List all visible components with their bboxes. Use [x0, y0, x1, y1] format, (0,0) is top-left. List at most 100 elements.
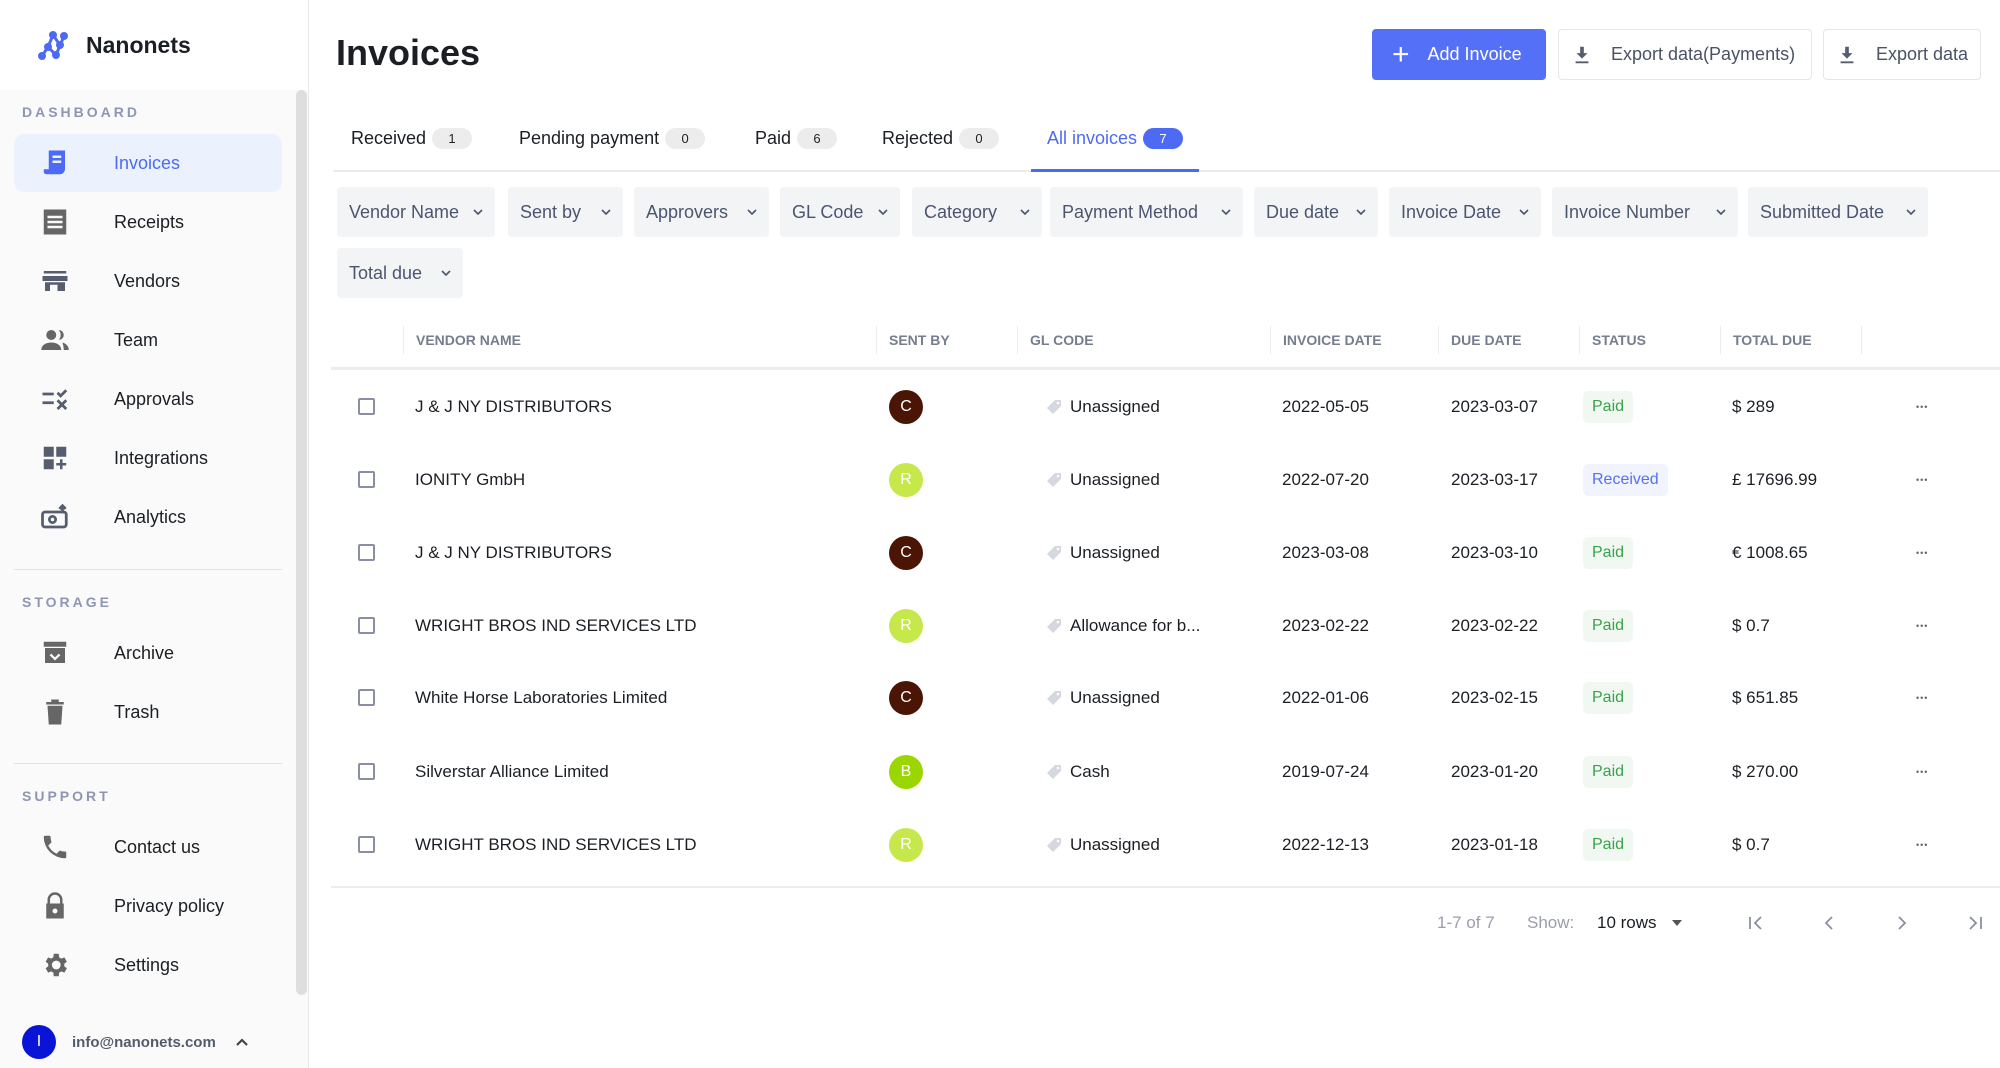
status-badge: Paid — [1583, 681, 1634, 714]
tab-label: Received — [351, 128, 427, 148]
column-header-gl-code[interactable]: GL CODE — [1017, 326, 1267, 354]
vendor-name[interactable]: IONITY GmbH — [415, 443, 525, 516]
pagination-range: 1-7 of 7 — [1437, 913, 1495, 932]
filter-total-due[interactable]: Total due — [337, 248, 463, 298]
sidebar-item-analytics[interactable]: Analytics — [14, 488, 282, 546]
filter-due-date[interactable]: Due date — [1254, 187, 1378, 237]
sidebar-item-receipts[interactable]: Receipts — [14, 193, 282, 251]
column-header-sent-by[interactable]: SENT BY — [876, 326, 1014, 354]
filter-submitted-date[interactable]: Submitted Date — [1748, 187, 1928, 237]
table-row[interactable]: Silverstar Alliance Limited B Cash 2019-07-… — [331, 735, 2000, 808]
last-page-icon[interactable] — [1964, 912, 1986, 934]
filter-label: Sent by — [520, 201, 582, 222]
column-header-status[interactable]: STATUS — [1579, 326, 1717, 354]
sidebar-scrollbar-thumb[interactable] — [296, 90, 307, 995]
sidebar-item-invoices[interactable]: Invoices — [14, 134, 282, 192]
total-due: £ 17696.99 — [1732, 469, 1818, 489]
filter-sent-by[interactable]: Sent by — [508, 187, 623, 237]
due-date: 2023-03-07 — [1451, 396, 1538, 416]
tab-all-invoices[interactable]: All invoices 7 — [1031, 128, 1200, 172]
tab-received[interactable]: Received 1 — [335, 128, 488, 172]
column-header-vendor-name[interactable]: VENDOR NAME — [403, 326, 873, 354]
table-row[interactable]: J & J NY DISTRIBUTORS C Unassigned 2023-03-… — [331, 516, 2000, 589]
due-date: 2023-03-17 — [1451, 469, 1538, 489]
table-row[interactable]: IONITY GmbH R Unassigned 2022-07-20 2023-03-… — [331, 443, 2000, 516]
row-checkbox[interactable] — [358, 471, 375, 488]
table-row[interactable]: White Horse Laboratories Limited C Unassig… — [331, 661, 2000, 734]
filter-payment-method[interactable]: Payment Method — [1050, 187, 1243, 237]
filter-gl-code[interactable]: GL Code — [780, 187, 900, 237]
sidebar-item-contact-us[interactable]: Contact us — [14, 818, 282, 876]
gl-code: Unassigned — [1044, 443, 1160, 516]
tab-pending-payment[interactable]: Pending payment 0 — [503, 128, 721, 172]
sidebar-item-trash[interactable]: Trash — [14, 683, 282, 741]
page-title: Invoices — [336, 32, 481, 73]
vendor-name[interactable]: Silverstar Alliance Limited — [415, 735, 609, 808]
row-checkbox[interactable] — [358, 544, 375, 561]
row-checkbox[interactable] — [358, 617, 375, 634]
chevron-up-icon[interactable] — [234, 1034, 250, 1050]
table-row[interactable]: J & J NY DISTRIBUTORS C Unassigned 2022-05-… — [331, 370, 2000, 443]
sidebar-item-approvals[interactable]: Approvals — [14, 370, 282, 428]
user-menu[interactable]: I info@nanonets.com — [22, 1025, 250, 1059]
column-header-due-date[interactable]: DUE DATE — [1438, 326, 1576, 354]
download-icon — [1575, 46, 1589, 63]
row-checkbox[interactable] — [358, 398, 375, 415]
table-row[interactable]: WRIGHT BROS IND SERVICES LTD R Unassigned 2… — [331, 808, 2000, 881]
more-actions-icon[interactable]: ••• — [1916, 767, 1928, 777]
vendor-name[interactable]: J & J NY DISTRIBUTORS — [415, 516, 612, 589]
due-date: 2023-02-15 — [1451, 687, 1538, 707]
rows-per-page-select[interactable]: 10 rows — [1597, 905, 1683, 941]
sidebar-item-vendors[interactable]: Vendors — [14, 252, 282, 310]
more-actions-icon[interactable]: ••• — [1916, 840, 1928, 850]
column-header-total-due[interactable]: TOTAL DUE — [1720, 326, 1858, 354]
tab-count-badge: 6 — [797, 128, 838, 149]
export-payments-button[interactable]: Export data(Payments) — [1558, 29, 1812, 80]
sidebar-item-label: Invoices — [114, 152, 181, 173]
vendor-name[interactable]: WRIGHT BROS IND SERVICES LTD — [415, 589, 697, 662]
sidebar-item-archive[interactable]: Archive — [14, 624, 282, 682]
row-checkbox[interactable] — [358, 836, 375, 853]
total-due: $ 270.00 — [1732, 761, 1799, 781]
sidebar-item-settings[interactable]: Settings — [14, 936, 282, 994]
previous-page-icon[interactable] — [1818, 912, 1840, 934]
due-date: 2023-03-10 — [1451, 542, 1538, 562]
sidebar-item-team[interactable]: Team — [14, 311, 282, 369]
brand[interactable]: Nanonets — [0, 0, 308, 90]
more-actions-icon[interactable]: ••• — [1916, 475, 1928, 485]
row-checkbox[interactable] — [358, 689, 375, 706]
export-data-label: Export data — [1876, 44, 1969, 64]
add-invoice-button[interactable]: + Add Invoice — [1372, 29, 1546, 80]
more-actions-icon[interactable]: ••• — [1916, 621, 1928, 631]
table-row[interactable]: WRIGHT BROS IND SERVICES LTD R Allowance f… — [331, 589, 2000, 662]
row-checkbox[interactable] — [358, 763, 375, 780]
sidebar-item-integrations[interactable]: Integrations — [14, 429, 282, 487]
gl-code: Cash — [1044, 735, 1110, 808]
tab-paid[interactable]: Paid 6 — [739, 128, 853, 172]
more-actions-icon[interactable]: ••• — [1916, 548, 1928, 558]
more-actions-icon[interactable]: ••• — [1916, 402, 1928, 412]
tab-rejected[interactable]: Rejected 0 — [866, 128, 1015, 172]
first-page-icon[interactable] — [1745, 912, 1767, 934]
sidebar-item-privacy-policy[interactable]: Privacy policy — [14, 877, 282, 935]
chevron-down-icon — [878, 209, 888, 216]
gl-code-text: Unassigned — [1070, 687, 1160, 707]
more-actions-icon[interactable]: ••• — [1916, 693, 1928, 703]
export-payments-label: Export data(Payments) — [1611, 44, 1796, 64]
column-header-invoice-date[interactable]: INVOICE DATE — [1270, 326, 1435, 354]
export-data-button[interactable]: Export data — [1823, 29, 1981, 80]
filter-category[interactable]: Category — [912, 187, 1042, 237]
next-page-icon[interactable] — [1891, 912, 1913, 934]
vendor-name[interactable]: J & J NY DISTRIBUTORS — [415, 370, 612, 443]
chevron-down-icon — [1221, 209, 1231, 216]
caret-down-icon — [1671, 920, 1682, 926]
team-icon — [38, 323, 72, 357]
vendor-name[interactable]: WRIGHT BROS IND SERVICES LTD — [415, 808, 697, 881]
sent-by-avatar: C — [889, 389, 923, 424]
filter-invoice-number[interactable]: Invoice Number — [1552, 187, 1738, 237]
vendor-name[interactable]: White Horse Laboratories Limited — [415, 661, 667, 734]
filter-invoice-date[interactable]: Invoice Date — [1389, 187, 1541, 237]
user-email: info@nanonets.com — [72, 1033, 216, 1051]
filter-vendor-name[interactable]: Vendor Name — [337, 187, 495, 237]
filter-approvers[interactable]: Approvers — [634, 187, 769, 237]
